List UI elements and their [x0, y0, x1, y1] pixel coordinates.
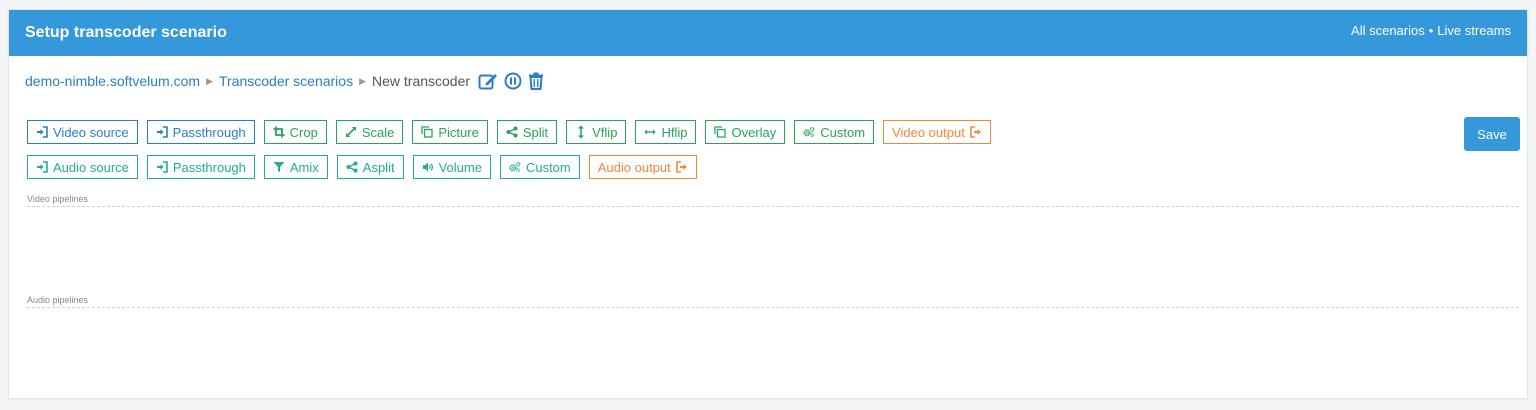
save-button[interactable]: Save: [1464, 117, 1520, 151]
header-links: All scenarios • Live streams: [1351, 23, 1511, 38]
video-pipelines-section: Video pipelines: [27, 194, 1519, 207]
video-picture-button[interactable]: Picture: [412, 120, 488, 144]
button-label: Audio output: [597, 159, 671, 175]
vertical-arrows-icon: [575, 125, 587, 139]
gears-icon: [803, 126, 815, 138]
button-label: Asplit: [362, 159, 395, 175]
trash-icon[interactable]: [528, 72, 544, 90]
audio-amix-button[interactable]: Amix: [263, 155, 328, 179]
live-streams-link[interactable]: Live streams: [1437, 23, 1511, 38]
audio-audio-output-button[interactable]: Audio output: [588, 155, 697, 179]
button-label: Passthrough: [172, 159, 246, 175]
gears-icon: [509, 161, 521, 173]
scenario-actions: [478, 72, 544, 90]
caret-right-icon: ▶: [206, 75, 213, 86]
video-scale-button[interactable]: Scale: [335, 120, 404, 144]
button-label: Audio source: [53, 159, 129, 175]
scenario-panel: Setup transcoder scenario All scenarios …: [8, 9, 1528, 399]
button-label: Custom: [525, 159, 571, 175]
horizontal-arrows-icon: [644, 128, 657, 136]
sign-in-icon: [156, 161, 168, 173]
expand-icon: [345, 126, 357, 138]
share-icon: [506, 126, 518, 138]
audio-asplit-button[interactable]: Asplit: [336, 155, 404, 179]
video-split-button[interactable]: Split: [496, 120, 558, 144]
button-label: Crop: [289, 124, 318, 140]
sign-out-icon: [675, 161, 688, 173]
sign-in-icon: [156, 126, 168, 138]
sign-out-icon: [970, 126, 982, 138]
crop-icon: [273, 126, 285, 138]
all-scenarios-link[interactable]: All scenarios: [1351, 23, 1425, 38]
button-label: Vflip: [592, 124, 618, 140]
button-label: Overlay: [731, 124, 777, 140]
video-hflip-button[interactable]: Hflip: [635, 120, 697, 144]
button-label: Picture: [438, 124, 479, 140]
volume-icon: [422, 161, 434, 173]
audio-custom-button[interactable]: Custom: [499, 155, 580, 179]
audio-toolbar: Audio source Passthrough Amix Asplit Volume C…: [27, 155, 697, 179]
video-video-source-button[interactable]: Video source: [27, 120, 138, 144]
button-label: Passthrough: [172, 124, 246, 140]
video-toolbar: Video source Passthrough Crop Scale Picture S…: [27, 120, 991, 144]
header-separator: •: [1428, 22, 1434, 38]
button-label: Amix: [289, 159, 319, 175]
video-crop-button[interactable]: Crop: [263, 120, 327, 144]
copy-icon: [714, 126, 727, 138]
edit-icon[interactable]: [478, 72, 498, 90]
audio-passthrough-button[interactable]: Passthrough: [146, 155, 255, 179]
audio-pipelines-section: Audio pipelines: [27, 295, 1519, 308]
filter-icon: [273, 161, 285, 173]
button-label: Video output: [892, 124, 965, 140]
breadcrumb-server[interactable]: demo-nimble.softvelum.com: [25, 73, 200, 89]
pause-icon[interactable]: [504, 72, 522, 90]
sign-in-icon: [36, 126, 48, 138]
page-title: Setup transcoder scenario: [25, 24, 227, 41]
panel-header: Setup transcoder scenario All scenarios …: [9, 10, 1527, 56]
button-label: Video source: [53, 124, 129, 140]
video-passthrough-button[interactable]: Passthrough: [146, 120, 255, 144]
share-icon: [346, 161, 358, 173]
breadcrumb-current: New transcoder: [372, 73, 471, 89]
video-custom-button[interactable]: Custom: [794, 120, 875, 144]
video-video-output-button[interactable]: Video output: [883, 120, 991, 144]
button-label: Scale: [361, 124, 395, 140]
caret-right-icon: ▶: [359, 75, 366, 86]
button-label: Hflip: [661, 124, 688, 140]
breadcrumb-scenarios[interactable]: Transcoder scenarios: [219, 73, 353, 89]
sign-in-icon: [36, 161, 48, 173]
button-label: Custom: [820, 124, 866, 140]
button-label: Volume: [438, 159, 482, 175]
breadcrumb: demo-nimble.softvelum.com ▶ Transcoder s…: [25, 72, 544, 90]
video-vflip-button[interactable]: Vflip: [566, 120, 627, 144]
button-label: Split: [522, 124, 549, 140]
audio-volume-button[interactable]: Volume: [412, 155, 491, 179]
copy-icon: [421, 126, 434, 138]
video-overlay-button[interactable]: Overlay: [705, 120, 786, 144]
audio-audio-source-button[interactable]: Audio source: [27, 155, 138, 179]
